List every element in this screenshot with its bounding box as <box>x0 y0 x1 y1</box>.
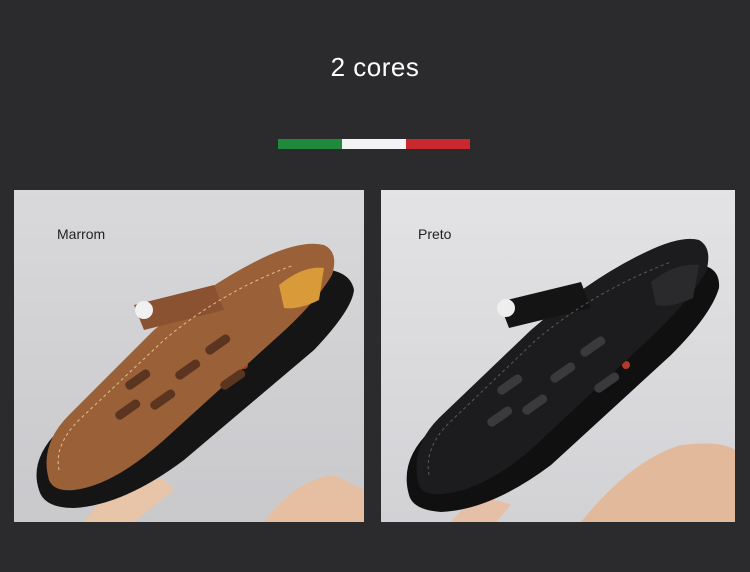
variant-label-black: Preto <box>418 226 452 242</box>
page-title: 2 cores <box>330 52 420 82</box>
brand-badge <box>497 299 515 317</box>
flag-red-band <box>406 139 470 149</box>
product-variant-brown[interactable]: Marrom <box>14 190 364 522</box>
hand-shape-2 <box>264 475 364 522</box>
bottom-background <box>0 540 750 572</box>
variant-label-brown: Marrom <box>57 226 106 242</box>
product-variant-black[interactable]: Preto <box>381 190 735 522</box>
hand-shape <box>581 443 735 522</box>
brand-badge <box>135 301 153 319</box>
flag-green-band <box>278 139 342 149</box>
italian-flag-stripe <box>278 139 470 149</box>
flag-white-band <box>342 139 406 149</box>
